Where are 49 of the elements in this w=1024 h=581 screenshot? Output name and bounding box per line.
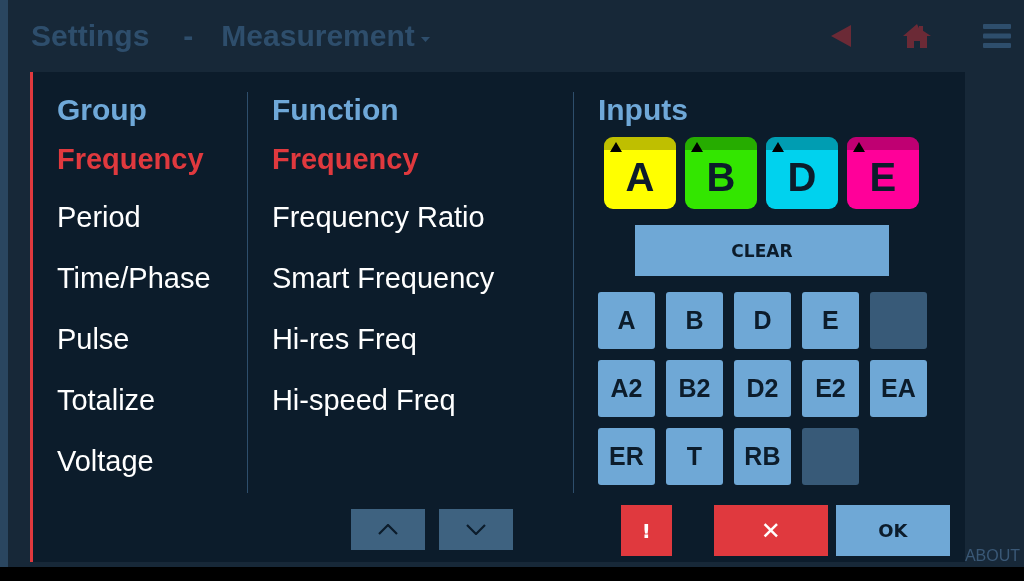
scroll-up-button[interactable] (350, 509, 425, 550)
alert-button[interactable]: ! (620, 505, 672, 556)
column-heading: Function (271, 92, 400, 128)
list-item[interactable]: Voltage (56, 444, 247, 478)
input-chip[interactable]: B (684, 137, 757, 209)
empty-slot (801, 428, 859, 485)
input-button[interactable]: E2 (801, 360, 859, 417)
caret-icon[interactable] (420, 36, 430, 42)
column-heading: Group (56, 92, 148, 128)
triangle-icon (852, 142, 865, 152)
column-heading: Inputs (597, 92, 689, 128)
input-button[interactable]: ER (597, 428, 655, 485)
list-item[interactable]: Smart Frequency (271, 261, 573, 295)
input-button[interactable]: E (801, 292, 859, 349)
scroll-down-button[interactable] (438, 509, 513, 550)
triangle-icon (690, 142, 703, 152)
list-item[interactable]: Period (56, 200, 247, 234)
input-button[interactable]: RB (733, 428, 791, 485)
list-item[interactable]: Frequency (271, 142, 573, 176)
triangle-icon (609, 142, 622, 152)
clear-button[interactable]: CLEAR (634, 225, 889, 276)
ok-button[interactable]: OK (835, 505, 950, 556)
empty-slot (869, 292, 927, 349)
input-button[interactable]: A (597, 292, 655, 349)
input-button[interactable]: T (665, 428, 723, 485)
list-item[interactable]: Totalize (56, 383, 247, 417)
cancel-button[interactable]: ✕ (713, 505, 828, 556)
input-button[interactable]: EA (869, 360, 927, 417)
input-button[interactable]: D2 (733, 360, 791, 417)
list-item[interactable]: Frequency Ratio (271, 200, 573, 234)
input-button[interactable]: B2 (665, 360, 723, 417)
home-icon[interactable] (903, 24, 931, 48)
input-button[interactable]: D (733, 292, 791, 349)
menu-icon[interactable] (983, 24, 1011, 48)
list-item[interactable]: Pulse (56, 322, 247, 356)
list-item[interactable]: Hi-res Freq (271, 322, 573, 356)
list-item[interactable]: Hi-speed Freq (271, 383, 573, 417)
input-button[interactable]: B (665, 292, 723, 349)
back-icon[interactable] (831, 25, 851, 47)
list-item[interactable]: Time/Phase (56, 261, 247, 295)
title-separator: - (183, 19, 194, 53)
chevron-down-icon[interactable] (465, 524, 486, 535)
input-chip[interactable]: A (603, 137, 676, 209)
input-button[interactable]: A2 (597, 360, 655, 417)
input-chip[interactable]: D (765, 137, 838, 209)
chevron-up-icon[interactable] (377, 524, 398, 535)
input-chip[interactable]: E (846, 137, 919, 209)
list-item[interactable]: Frequency (56, 142, 247, 176)
triangle-icon (771, 142, 784, 152)
